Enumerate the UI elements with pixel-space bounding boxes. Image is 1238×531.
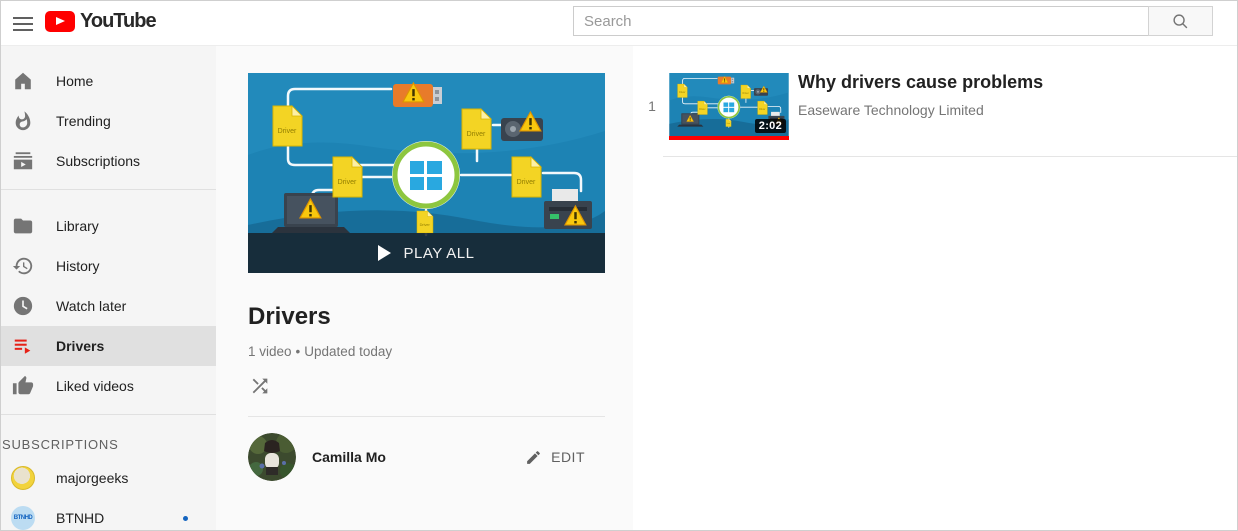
new-content-dot bbox=[183, 515, 188, 521]
sidebar-item-label: History bbox=[56, 258, 100, 274]
youtube-window: YouTube Home T bbox=[0, 0, 1238, 531]
sidebar-item-label: Library bbox=[56, 218, 99, 234]
sidebar: Home Trending Subscriptions Library Hist… bbox=[1, 46, 216, 530]
updated-date: Updated today bbox=[304, 344, 393, 359]
video-thumbnail[interactable]: 2:02 bbox=[669, 73, 789, 140]
subscriptions-icon bbox=[11, 149, 35, 173]
video-row-divider bbox=[663, 156, 1237, 157]
sidebar-item-label: Trending bbox=[56, 113, 111, 129]
sidebar-item-home[interactable]: Home bbox=[1, 61, 216, 101]
shuffle-icon bbox=[252, 378, 268, 394]
sidebar-divider bbox=[1, 414, 216, 415]
top-bar: YouTube bbox=[1, 1, 1237, 46]
search-icon bbox=[1173, 13, 1188, 28]
search-bar bbox=[573, 6, 1213, 36]
watch-progress-bar bbox=[669, 136, 789, 140]
channel-avatar bbox=[11, 466, 35, 490]
playlist-panel: PLAY ALL Drivers 1 video•Updated today bbox=[216, 46, 633, 530]
sidebar-item-subscriptions[interactable]: Subscriptions bbox=[1, 141, 216, 181]
play-all-button[interactable]: PLAY ALL bbox=[248, 233, 605, 273]
sidebar-item-label: Subscriptions bbox=[56, 153, 141, 169]
video-title[interactable]: Why drivers cause problems bbox=[798, 72, 1043, 93]
playlist-title: Drivers bbox=[248, 303, 331, 330]
video-channel[interactable]: Easeware Technology Limited bbox=[798, 102, 984, 118]
video-index: 1 bbox=[648, 98, 656, 114]
library-icon bbox=[11, 214, 35, 238]
sidebar-item-trending[interactable]: Trending bbox=[1, 101, 216, 141]
sidebar-channel-majorgeeks[interactable]: majorgeeks bbox=[1, 458, 216, 498]
youtube-logo-text: YouTube bbox=[80, 10, 157, 32]
history-icon bbox=[11, 254, 35, 278]
edit-label: EDIT bbox=[551, 449, 585, 465]
home-icon bbox=[11, 69, 35, 93]
youtube-logo[interactable]: YouTube bbox=[45, 10, 157, 33]
sidebar-item-watch-later[interactable]: Watch later bbox=[1, 286, 216, 326]
search-input[interactable] bbox=[573, 6, 1149, 36]
video-count: 1 video bbox=[248, 344, 292, 359]
pencil-icon bbox=[527, 450, 540, 464]
subscriptions-section-label: SUBSCRIPTIONS bbox=[2, 437, 119, 452]
sidebar-item-label: Liked videos bbox=[56, 378, 134, 394]
sidebar-item-label: Home bbox=[56, 73, 94, 89]
youtube-play-icon bbox=[45, 11, 75, 32]
sidebar-item-liked-videos[interactable]: Liked videos bbox=[1, 366, 216, 406]
sidebar-channel-btnhd[interactable]: BTNHD BTNHD bbox=[1, 498, 216, 530]
owner-name: Camilla Mo bbox=[312, 449, 386, 465]
search-button[interactable] bbox=[1148, 6, 1213, 36]
sidebar-main-section: Home Trending Subscriptions bbox=[1, 46, 216, 181]
edit-button[interactable]: EDIT bbox=[525, 449, 585, 466]
shuffle-button[interactable] bbox=[246, 372, 274, 400]
play-all-label: PLAY ALL bbox=[403, 244, 475, 262]
trending-icon bbox=[11, 109, 35, 133]
owner-avatar[interactable] bbox=[248, 433, 296, 481]
thumbs-up-icon bbox=[11, 374, 35, 398]
channel-name: majorgeeks bbox=[56, 470, 129, 486]
sidebar-item-history[interactable]: History bbox=[1, 246, 216, 286]
guide-menu-button[interactable] bbox=[9, 11, 37, 37]
channel-avatar: BTNHD bbox=[11, 506, 35, 530]
video-list: 1 2:02 Why drivers cause problems Easewa… bbox=[633, 46, 1237, 530]
owner-avatar-image bbox=[248, 433, 296, 481]
playlist-owner-row: Camilla Mo EDIT bbox=[248, 433, 605, 481]
duration-badge: 2:02 bbox=[754, 119, 786, 133]
sidebar-divider bbox=[1, 189, 216, 190]
channel-name: BTNHD bbox=[56, 510, 105, 526]
sidebar-item-library[interactable]: Library bbox=[1, 206, 216, 246]
hamburger-icon bbox=[13, 17, 33, 19]
sidebar-item-label: Watch later bbox=[56, 298, 127, 314]
playlist-icon bbox=[11, 334, 35, 358]
sidebar-item-label: Drivers bbox=[56, 338, 105, 354]
watch-later-icon bbox=[11, 294, 35, 318]
panel-divider bbox=[248, 416, 605, 417]
playlist-meta: 1 video • Updated today bbox=[248, 344, 392, 359]
play-icon bbox=[378, 245, 392, 261]
sidebar-item-drivers-playlist[interactable]: Drivers bbox=[1, 326, 216, 366]
sidebar-library-section: Library History Watch later Drivers Like… bbox=[1, 198, 216, 406]
video-row[interactable]: 1 2:02 Why drivers cause problems Easewa… bbox=[633, 46, 1237, 157]
playlist-thumbnail[interactable]: PLAY ALL bbox=[248, 73, 605, 273]
meta-separator: • bbox=[295, 344, 301, 359]
